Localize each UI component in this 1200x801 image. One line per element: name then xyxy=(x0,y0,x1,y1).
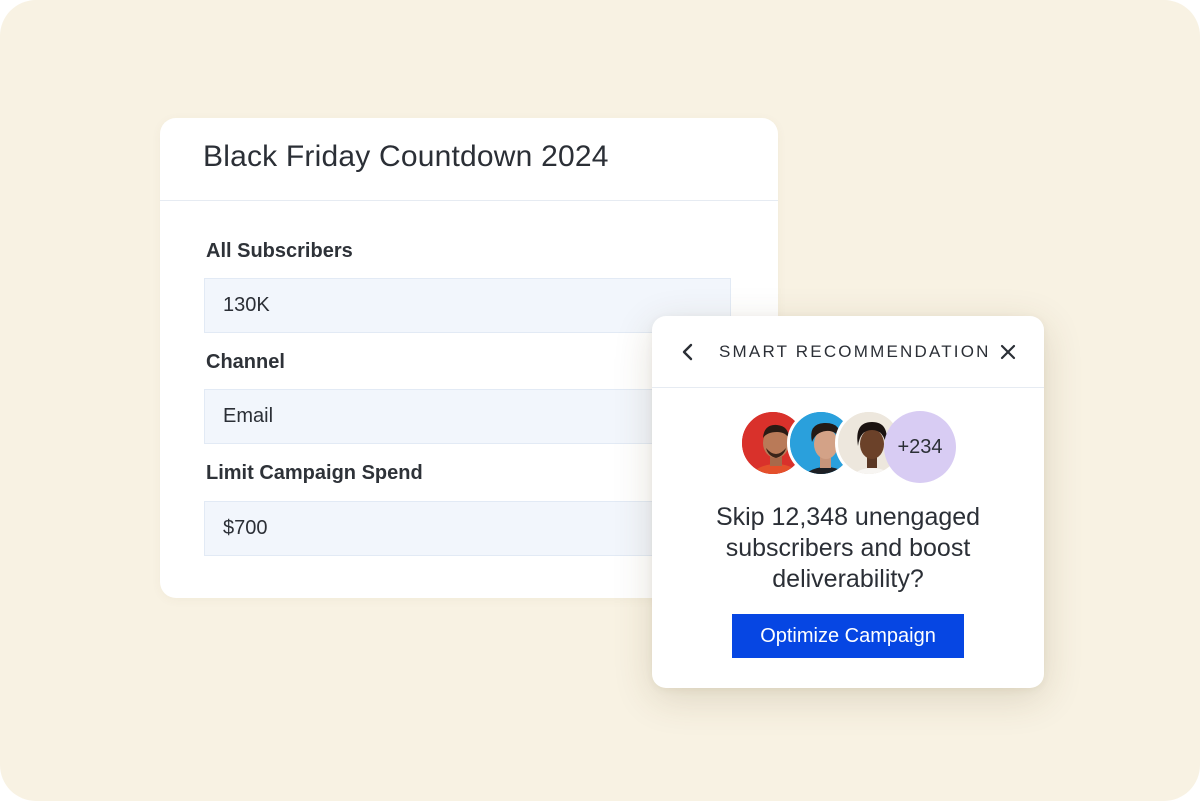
campaign-header: Black Friday Countdown 2024 xyxy=(160,118,778,201)
smart-recommendation-popover: SMART RECOMMENDATION +234 Skip 12,348 un… xyxy=(652,316,1044,688)
message-line: subscribers and boost xyxy=(725,534,971,562)
channel-label: Channel xyxy=(206,351,285,373)
more-subscribers-badge: +234 xyxy=(884,411,956,483)
spend-limit-value: $700 xyxy=(223,517,268,539)
campaign-title: Black Friday Countdown 2024 xyxy=(203,140,609,173)
recommendation-message: Skip 12,348 unengaged subscribers and bo… xyxy=(652,502,1044,595)
popover-title: SMART RECOMMENDATION xyxy=(719,342,991,361)
chevron-left-icon[interactable] xyxy=(678,340,698,364)
optimize-campaign-button[interactable]: Optimize Campaign xyxy=(732,614,964,658)
more-subscribers-count: +234 xyxy=(897,435,943,458)
message-line: deliverability? xyxy=(772,565,924,593)
popover-header: SMART RECOMMENDATION xyxy=(652,316,1044,388)
subscribers-value: 130K xyxy=(223,294,270,316)
channel-value: Email xyxy=(223,405,274,427)
close-icon[interactable] xyxy=(998,342,1018,362)
message-line: Skip 12,348 unengaged xyxy=(715,503,981,531)
subscribers-label: All Subscribers xyxy=(206,240,353,262)
canvas-background: Black Friday Countdown 2024 All Subscrib… xyxy=(0,0,1200,801)
spend-limit-label: Limit Campaign Spend xyxy=(206,462,423,484)
